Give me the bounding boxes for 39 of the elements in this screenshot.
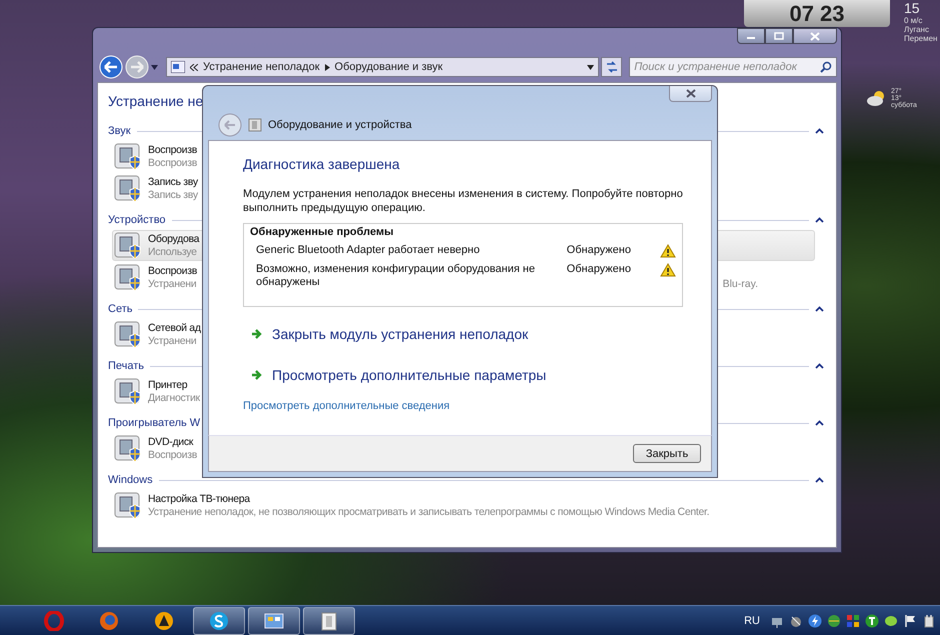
dialog-heading: Диагностика завершена — [243, 156, 401, 172]
item-title: Воспроизв — [148, 264, 198, 278]
clock-hours: 07 — [790, 2, 814, 26]
item-description: Воспроизв — [148, 448, 198, 462]
problem-status: Обнаружено — [566, 263, 632, 276]
section-title: Сеть — [108, 303, 132, 315]
section-title: Windows — [108, 474, 153, 486]
temperature-text: 15 — [904, 0, 921, 16]
page-heading: Устранение не — [108, 93, 204, 109]
problem-name: Generic Bluetooth Adapter работает неверно — [256, 244, 481, 257]
item-description: Используе — [148, 246, 198, 258]
item-description: Устранени — [148, 334, 198, 348]
item-description: Запись зву — [148, 188, 198, 202]
dialog-title: Оборудование и устройства — [268, 119, 412, 131]
problem-status: Обнаружено — [566, 244, 632, 257]
search-placeholder: Поиск и устранение неполадок — [634, 61, 797, 73]
clock-minutes: 23 — [820, 2, 844, 26]
item-title: Запись зву — [148, 176, 198, 188]
item-title: Принтер — [148, 378, 188, 392]
item-title: Сетевой ад — [148, 322, 201, 334]
item-description: Blu-ray. — [722, 278, 758, 290]
problems-title: Обнаруженные проблемы — [250, 226, 395, 238]
condition-text: Перемен — [904, 34, 938, 43]
problem-name: Возможно, изменения конфигурации оборудования не обнаружены — [256, 263, 536, 289]
section-title: Устройство — [108, 214, 166, 226]
city-text: Луганс — [904, 25, 930, 34]
item-title: Воспроизв — [148, 144, 198, 156]
item-title: DVD-диск — [148, 436, 194, 448]
item-description: Воспроизв — [148, 156, 198, 170]
message-text: Модулем устранения неполадок внесены изменения в систему. Попробуйте повторно выполнить предыдущую операцию. — [243, 187, 683, 215]
item-description: Диагностик — [148, 392, 200, 404]
section-title: Печать — [108, 360, 144, 372]
section-title: Проигрыватель W — [108, 417, 200, 429]
item-description: Устранени — [148, 278, 198, 290]
section-title: Звук — [108, 125, 131, 137]
wind-text: 0 м/с — [904, 16, 924, 25]
item-description: Устранение неполадок, не позволяющих просматривать и записывать телепрограммы с помощью Windows Media Center. — [148, 506, 710, 518]
item-title: Оборудова — [148, 232, 200, 246]
item-title: Настройка ТВ-тюнера — [148, 492, 252, 506]
